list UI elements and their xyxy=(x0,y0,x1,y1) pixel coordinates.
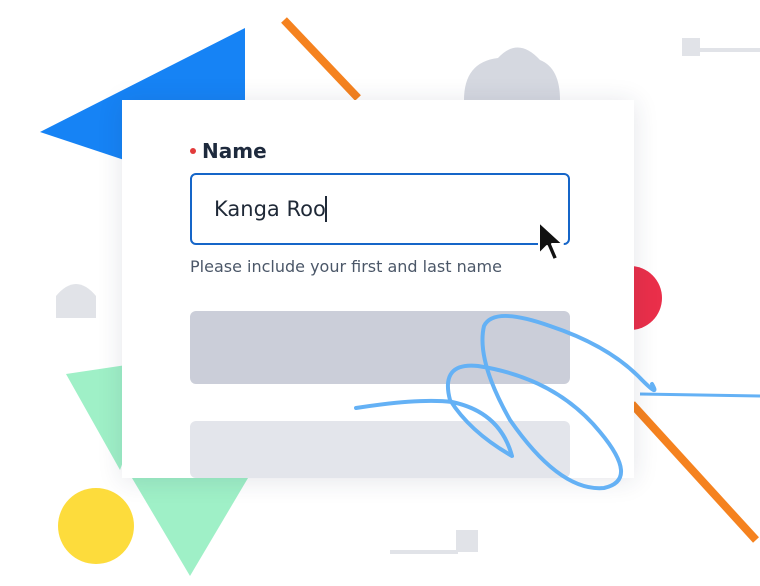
name-input[interactable] xyxy=(190,173,570,245)
name-label-text: Name xyxy=(202,139,267,163)
text-caret xyxy=(325,196,327,222)
blue-dash-right xyxy=(639,392,760,398)
placeholder-field-1[interactable] xyxy=(190,311,570,384)
placeholder-field-2[interactable] xyxy=(190,421,570,478)
mouse-pointer-icon xyxy=(538,221,564,261)
green-triangle-bottom xyxy=(132,478,248,576)
red-half-circle xyxy=(630,266,662,330)
orange-stripe-top xyxy=(281,17,361,101)
required-indicator-dot xyxy=(190,148,196,154)
name-field-label: Name xyxy=(190,139,267,163)
gray-square-top-right xyxy=(682,38,700,56)
yellow-circle xyxy=(58,488,134,564)
name-help-text: Please include your first and last name xyxy=(190,257,502,276)
gray-square-bottom xyxy=(456,530,478,552)
orange-stripe-right xyxy=(629,401,759,543)
gray-cloud-shape xyxy=(464,47,560,100)
gray-blob-left xyxy=(56,284,96,318)
